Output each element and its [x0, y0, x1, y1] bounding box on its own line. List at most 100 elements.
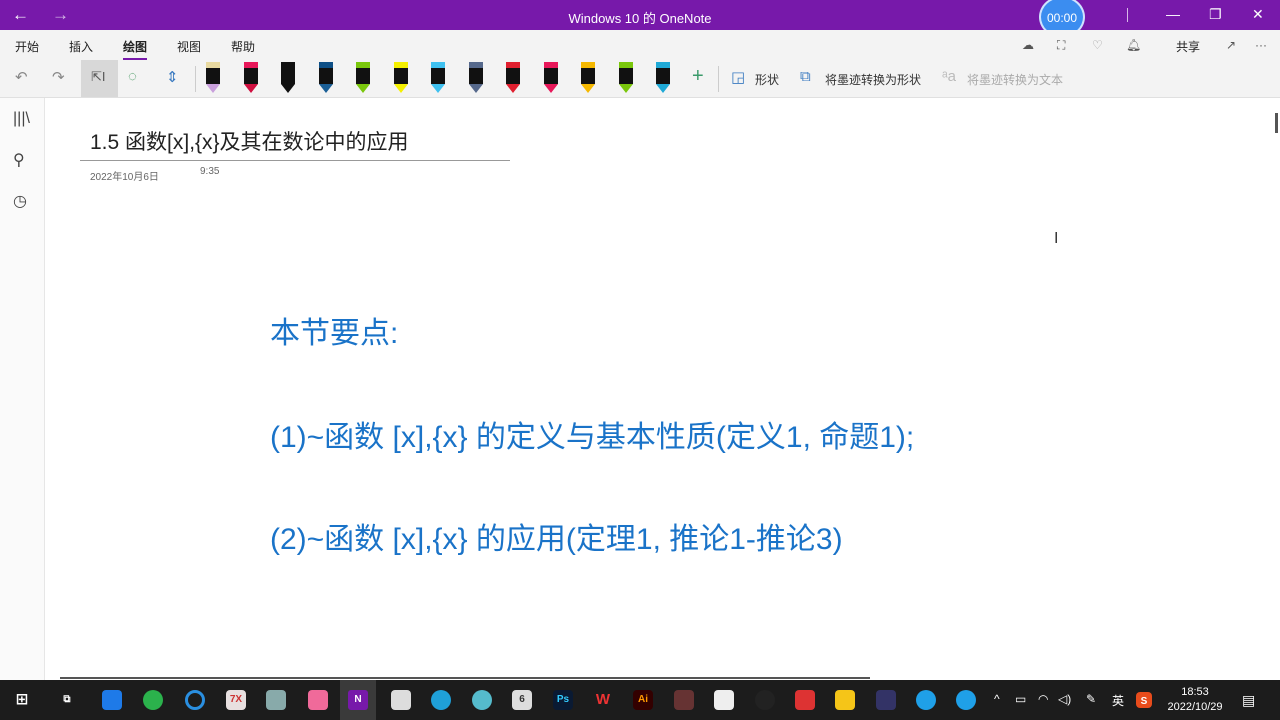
taskbar: ⊞ ⧉ 7X N 6 Ps W Ai ^ ▭ ◠ ◁) ✎ 英 S 18:53 2… [0, 680, 1280, 720]
lasso-icon[interactable]: ◌ [128, 68, 137, 85]
photoshop-icon[interactable]: Ps [553, 690, 573, 710]
tab-view[interactable]: 视图 [177, 38, 201, 55]
sync-icon[interactable]: ☁ [1022, 38, 1034, 52]
lasso-select-button[interactable]: ⇱I [81, 60, 118, 97]
app-icon[interactable] [472, 690, 492, 710]
pen-tip [206, 84, 220, 93]
tray-expand-icon[interactable]: ^ [994, 692, 1000, 706]
bell-icon[interactable]: 🔔︎ [1126, 38, 1141, 52]
app-icon[interactable] [876, 690, 896, 710]
monitor-icon[interactable] [391, 690, 411, 710]
wps-icon[interactable]: W [593, 690, 613, 710]
note-line-1[interactable]: (1)~函数 [x],{x} 的定义与基本性质(定义1, 命题1); [270, 412, 914, 456]
pen-3[interactable] [281, 62, 295, 94]
select-text-icon: ⇱I [91, 69, 106, 84]
app-icon[interactable] [916, 690, 936, 710]
minimize-button[interactable]: — [1166, 6, 1180, 22]
restore-button[interactable]: ❐ [1209, 6, 1222, 23]
task-view-icon[interactable]: ⧉ [57, 690, 77, 710]
page-time: 9:35 [200, 166, 220, 177]
pen-12[interactable] [618, 62, 633, 94]
illustrator-icon[interactable]: Ai [633, 690, 653, 710]
notebooks-icon[interactable]: |||\ [13, 110, 30, 128]
pen-4[interactable] [318, 62, 333, 94]
7zip-icon[interactable]: 7X [226, 690, 246, 710]
qq-icon[interactable] [755, 690, 775, 710]
wifi-icon[interactable]: ◠ [1038, 692, 1048, 706]
pen-2[interactable] [243, 62, 258, 94]
horizontal-scrollbar[interactable] [60, 677, 870, 679]
vertical-scrollbar[interactable] [1275, 113, 1278, 133]
edge-icon[interactable] [431, 690, 451, 710]
pen-tip [543, 84, 558, 93]
undo-icon[interactable]: ↶ [15, 68, 28, 86]
ime-indicator[interactable]: 英 [1112, 692, 1124, 709]
app-icon[interactable] [674, 690, 694, 710]
page-title[interactable]: 1.5 函数[x],{x}及其在数论中的应用 [90, 126, 409, 156]
pen-icon[interactable]: ✎ [1086, 692, 1096, 706]
pen-1[interactable] [206, 62, 220, 94]
app-icon[interactable] [795, 690, 815, 710]
pen-body [318, 68, 333, 84]
app-icon[interactable] [956, 690, 976, 710]
note-line-2[interactable]: (2)~函数 [x],{x} 的应用(定理1, 推论1-推论3) [270, 514, 843, 558]
pen-body [243, 68, 258, 84]
notifications-icon[interactable]: ▤ [1242, 692, 1255, 709]
browser-icon[interactable] [185, 690, 205, 710]
pen-body [468, 68, 483, 84]
tab-help[interactable]: 帮助 [231, 38, 255, 55]
redo-icon[interactable]: ↷ [52, 68, 65, 86]
onenote-taskbar-button[interactable]: N [340, 680, 376, 720]
recent-icon[interactable]: ◷ [13, 191, 27, 211]
fullscreen-icon[interactable]: ⛶ [1057, 38, 1065, 53]
note-heading[interactable]: 本节要点: [270, 308, 398, 352]
pen-tip [243, 84, 258, 93]
add-pen-icon[interactable]: + [692, 65, 704, 88]
tab-home[interactable]: 开始 [15, 38, 39, 55]
pen-tip [281, 84, 295, 93]
wechat-icon[interactable] [143, 690, 163, 710]
sogou-icon[interactable]: S [1136, 692, 1152, 708]
pen-tip [506, 84, 520, 93]
close-button[interactable]: ✕ [1252, 6, 1264, 23]
app-icon[interactable] [102, 690, 122, 710]
more-icon[interactable]: ··· [1255, 38, 1267, 52]
pen-body [543, 68, 558, 84]
ink-to-shape-icon[interactable]: ⧉ [800, 68, 811, 85]
pen-9[interactable] [506, 62, 520, 94]
pen-8[interactable] [468, 62, 483, 94]
clock[interactable]: 18:53 2022/10/29 [1162, 685, 1228, 715]
pen-11[interactable] [581, 62, 595, 94]
shapes-button[interactable]: 形状 [755, 71, 779, 88]
app-icon[interactable] [714, 690, 734, 710]
search-icon[interactable]: ⚲ [13, 150, 25, 170]
expand-icon[interactable]: ↗ [1226, 38, 1236, 52]
pen-tip [656, 84, 670, 93]
ink-to-shape-button[interactable]: 将墨迹转换为形状 [825, 71, 921, 88]
tab-insert[interactable]: 插入 [69, 38, 93, 55]
shapes-icon[interactable]: ◲ [731, 68, 745, 86]
add-space-icon[interactable]: ⇕ [166, 68, 179, 86]
lightbulb-icon[interactable]: ♡ [1092, 38, 1103, 52]
pen-body [431, 68, 445, 84]
app-icon[interactable]: 6 [512, 690, 532, 710]
pen-body [356, 68, 370, 84]
share-button[interactable]: 共享 [1176, 38, 1200, 55]
ink-to-text-button: 将墨迹转换为文本 [967, 73, 1064, 87]
battery-icon[interactable]: ▭ [1015, 692, 1026, 706]
pen-13[interactable] [656, 62, 670, 94]
file-explorer-icon[interactable] [835, 690, 855, 710]
start-icon[interactable]: ⊞ [12, 690, 32, 710]
paint-icon[interactable] [266, 690, 286, 710]
page-date: 2022年10月6日 [90, 172, 159, 183]
pen-7[interactable] [431, 62, 445, 94]
app-icon[interactable] [308, 690, 328, 710]
volume-icon[interactable]: ◁) [1058, 692, 1071, 706]
pen-5[interactable] [356, 62, 370, 94]
pen-10[interactable] [543, 62, 558, 94]
pen-body [206, 68, 220, 84]
ink-to-text-icon: ᵃa [942, 68, 956, 85]
pen-6[interactable] [393, 62, 408, 94]
tab-draw[interactable]: 绘图 [123, 38, 148, 61]
text-cursor-icon: I [1054, 230, 1059, 247]
